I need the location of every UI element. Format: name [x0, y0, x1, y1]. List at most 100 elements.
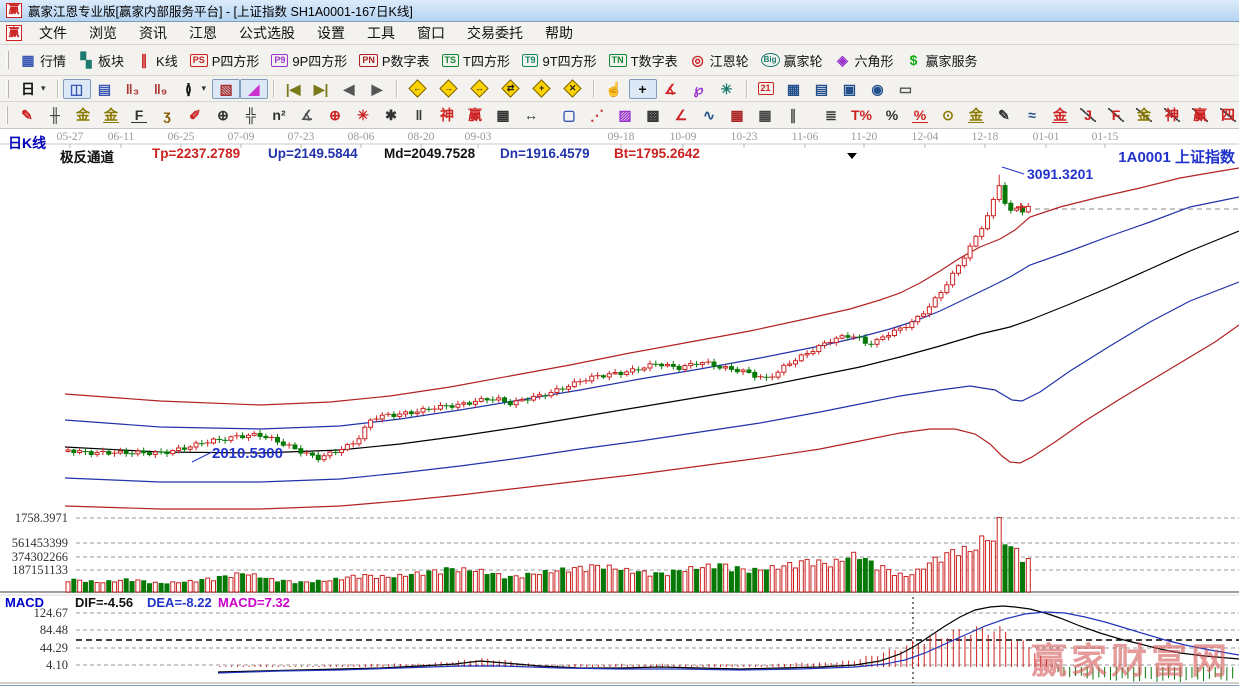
- tool-parallel-lines-button[interactable]: ∥: [779, 105, 807, 125]
- menu-item-formula-stock-pick[interactable]: 公式选股: [228, 22, 306, 44]
- tool-zoom-out-h-button[interactable]: ↔: [464, 77, 495, 100]
- tool-si-angle-button[interactable]: 四: [1214, 105, 1239, 125]
- tool-wheel-sm-button[interactable]: ✳: [349, 105, 377, 125]
- tool-candle-style-button[interactable]: ≬▾: [175, 79, 213, 99]
- tool-pencil-tool-button[interactable]: ✎: [13, 105, 41, 125]
- tool-gold-angle-button[interactable]: 金: [1130, 105, 1158, 125]
- tool-tile-windows-button[interactable]: ◫: [63, 79, 91, 99]
- tool-hand-tool-button[interactable]: ☝: [599, 79, 628, 99]
- menu-item-browse[interactable]: 浏览: [78, 22, 128, 44]
- tool-wave-tool-button[interactable]: ∿: [695, 105, 723, 125]
- tool-compress-all-button[interactable]: +: [526, 77, 557, 100]
- tool-first-page-button[interactable]: |◀: [279, 79, 307, 99]
- tool-step-ruler-button[interactable]: ≣: [817, 105, 845, 125]
- tool-gold-lines-button[interactable]: 金: [69, 105, 97, 125]
- toolbar-grip: [6, 51, 9, 69]
- tool-ying-lines-button[interactable]: 赢: [461, 105, 489, 125]
- menu-item-trade-order[interactable]: 交易委托: [456, 22, 534, 44]
- tool-info-document-button[interactable]: ▤: [91, 79, 119, 99]
- gann-wheel-button[interactable]: ◎江恩轮: [684, 48, 755, 73]
- tool-print-button[interactable]: ▭: [892, 79, 920, 99]
- tool-j-angle-button[interactable]: J: [1074, 105, 1102, 125]
- tool-fan-lines-button[interactable]: ⋰: [583, 105, 611, 125]
- menu-item-settings[interactable]: 设置: [306, 22, 356, 44]
- 9t-square-button[interactable]: T99T四方形: [516, 48, 603, 73]
- tool-ying-angle-button[interactable]: 赢: [1186, 105, 1214, 125]
- tool-shen-lines-button[interactable]: 神: [433, 105, 461, 125]
- menu-item-tools[interactable]: 工具: [356, 22, 406, 44]
- tool-fractal-tool-button[interactable]: ✳: [713, 79, 741, 99]
- tool-tick-marks-button[interactable]: ‖: [405, 105, 433, 125]
- tool-angle-lines-button[interactable]: ∠: [667, 105, 695, 125]
- tool-marker-pen-button[interactable]: ✎: [990, 105, 1018, 125]
- tool-dense-grid-2-button[interactable]: ▦: [751, 105, 779, 125]
- tool-angle-a-button[interactable]: ∡: [293, 105, 321, 125]
- tool-angle-tool-button[interactable]: ∡: [657, 79, 685, 99]
- tool-f-lines-button[interactable]: F: [125, 105, 153, 126]
- tool-save-button[interactable]: ▣: [836, 79, 864, 99]
- t-square-icon: TS: [442, 54, 460, 67]
- tool-prev-bar-button[interactable]: ◀: [335, 79, 363, 99]
- tool-gold-circle-button[interactable]: ⊙: [934, 105, 962, 125]
- tool-pattern-box-button[interactable]: ▧: [212, 79, 240, 99]
- tool-f-angle-button[interactable]: F: [1102, 105, 1130, 125]
- kline-icon: ∥: [136, 53, 152, 67]
- compass-target-icon: ⊕: [327, 108, 343, 122]
- p-number-table-button[interactable]: PNP数字表: [353, 48, 435, 73]
- menu-item-help[interactable]: 帮助: [534, 22, 584, 44]
- tool-calculator-button[interactable]: ▦: [780, 79, 808, 99]
- tool-gold-lines-2-button[interactable]: 金: [97, 105, 125, 126]
- tool-spiral-button[interactable]: ʒ: [153, 105, 181, 125]
- tool-crosshair-tool-button[interactable]: +: [629, 79, 657, 99]
- tool-h-span-button[interactable]: ↔: [517, 105, 545, 125]
- 9p-square-button[interactable]: P99P四方形: [265, 48, 353, 73]
- sectors-button[interactable]: ▚板块: [72, 48, 130, 73]
- tool-dark-box-button[interactable]: ▩: [639, 105, 667, 125]
- tool-percent-line-button[interactable]: %: [906, 105, 934, 126]
- menu-item-news[interactable]: 资讯: [128, 22, 178, 44]
- winner-service-button[interactable]: $赢家服务: [900, 48, 984, 73]
- menu-item-gann[interactable]: 江恩: [178, 22, 228, 44]
- tool-gold-red-button[interactable]: 金: [1046, 105, 1074, 126]
- tool-color-peaks-button[interactable]: ◢: [240, 79, 268, 99]
- tool-fan-box-button[interactable]: ▨: [611, 105, 639, 125]
- tool-zoom-in-h-button[interactable]: ⇄: [495, 77, 526, 100]
- tool-time-lines-button[interactable]: ╫: [41, 105, 69, 125]
- tool-circle-grid-button[interactable]: ⊕: [209, 105, 237, 125]
- 9t-square-label: 9T四方形: [542, 51, 596, 70]
- tool-gold-flat-button[interactable]: 金: [962, 105, 990, 126]
- menu-item-window[interactable]: 窗口: [406, 22, 456, 44]
- t-number-table-button[interactable]: TNT数字表: [603, 48, 684, 73]
- tool-compass-target-button[interactable]: ⊕: [321, 105, 349, 125]
- tool-save-web-button[interactable]: ◉: [864, 79, 892, 99]
- market-quotes-button[interactable]: ▦行情: [14, 48, 72, 73]
- tool-dense-grid-button[interactable]: ▦: [723, 105, 751, 125]
- tool-n-square-button[interactable]: n²: [265, 105, 293, 125]
- p-square-button[interactable]: PSP四方形: [184, 48, 266, 73]
- tool-bars-3-button[interactable]: ‖₃: [119, 79, 147, 99]
- tool-wave-amp-button[interactable]: ≈: [1018, 105, 1046, 125]
- tool-pan-left-button[interactable]: ←: [402, 77, 433, 100]
- tool-t-percent-button[interactable]: T%: [845, 105, 878, 125]
- tool-gann-tool-button[interactable]: ℘: [685, 79, 713, 99]
- tool-rect-tool-button[interactable]: ▢: [555, 105, 583, 125]
- winner-wheel-button[interactable]: Big赢家轮: [755, 48, 829, 73]
- tool-spider-web-button[interactable]: ✱: [377, 105, 405, 125]
- t-square-button[interactable]: TST四方形: [436, 48, 516, 73]
- tool-period-day-button[interactable]: 日▾: [14, 79, 52, 99]
- tool-next-bar-button[interactable]: ▶: [363, 79, 391, 99]
- tool-expand-all-button[interactable]: ✕: [557, 77, 588, 100]
- menu-item-file[interactable]: 文件: [28, 22, 78, 44]
- tool-hash-grid-button[interactable]: ╬: [237, 105, 265, 125]
- tool-percent-button[interactable]: %: [878, 105, 906, 125]
- tool-pan-right-button[interactable]: →: [433, 77, 464, 100]
- tool-bars-9-button[interactable]: ‖₉: [147, 79, 175, 99]
- tool-brush-tool-button[interactable]: ✐: [181, 105, 209, 125]
- tool-shen-angle-button[interactable]: 神: [1158, 105, 1186, 125]
- tool-last-page-button[interactable]: ▶|: [307, 79, 335, 99]
- tool-notes-button[interactable]: ▤: [808, 79, 836, 99]
- tool-calendar-button[interactable]: 21: [752, 79, 780, 98]
- kline-button[interactable]: ∥K线: [130, 48, 184, 73]
- hexagon-button[interactable]: ◈六角形: [829, 48, 900, 73]
- tool-grid-123-button[interactable]: ▦: [489, 105, 517, 125]
